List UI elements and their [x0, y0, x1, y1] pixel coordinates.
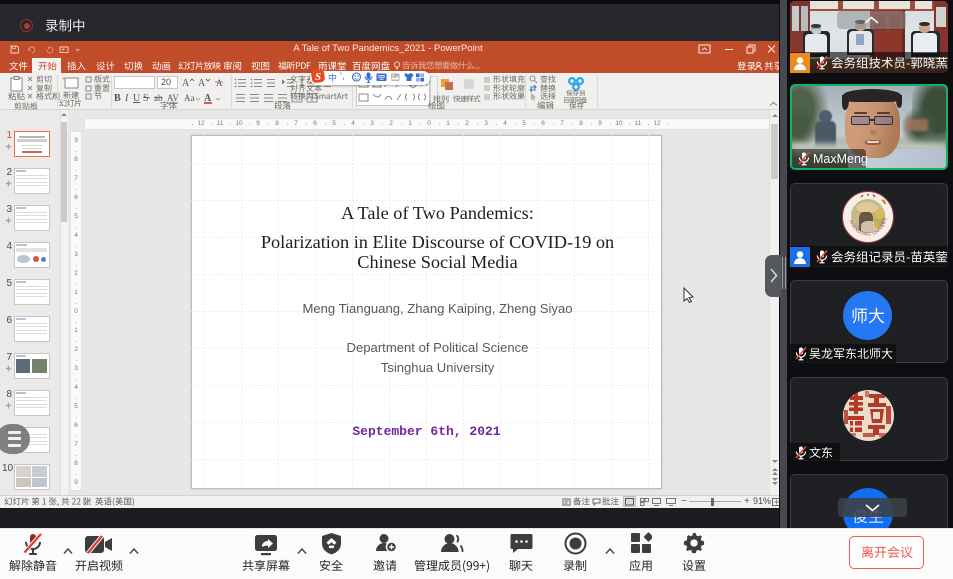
svg-text:A: A: [198, 78, 206, 89]
svg-text:A: A: [216, 78, 223, 88]
svg-text:S: S: [143, 93, 149, 104]
svg-text:A: A: [182, 78, 190, 89]
svg-text:Aa: Aa: [184, 93, 195, 103]
svg-text:B: B: [114, 93, 121, 104]
svg-text:S: S: [315, 71, 321, 83]
svg-text:U: U: [133, 93, 141, 104]
svg-text:I: I: [124, 93, 129, 104]
svg-text:SHANDONG UNIVERSITY: SHANDONG UNIVERSITY: [842, 191, 888, 237]
